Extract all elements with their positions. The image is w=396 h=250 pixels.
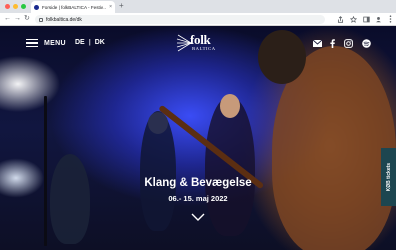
reload-button[interactable]: ↻ bbox=[24, 14, 30, 24]
browser-toolbar: ← → ↻ folkbaltica.de/dk bbox=[0, 13, 396, 26]
window-controls bbox=[5, 4, 26, 9]
mail-icon[interactable] bbox=[312, 38, 322, 48]
logo-subtitle: BALTICA bbox=[192, 46, 216, 51]
buy-tickets-label: KØB tickets bbox=[385, 162, 392, 192]
menu-button[interactable]: MENU bbox=[26, 39, 66, 47]
lang-de-link[interactable]: DE bbox=[75, 39, 85, 46]
menu-label: MENU bbox=[44, 39, 66, 47]
minimize-window-button[interactable] bbox=[13, 4, 18, 9]
language-switcher: DE | DK bbox=[75, 39, 105, 46]
site-header: MENU DE | DK folk BALTICA bbox=[0, 26, 396, 58]
close-window-button[interactable] bbox=[5, 4, 10, 9]
forward-button[interactable]: → bbox=[14, 14, 21, 24]
bookmark-star-icon[interactable] bbox=[349, 15, 357, 23]
lock-icon bbox=[39, 17, 43, 22]
profile-icon[interactable] bbox=[374, 15, 382, 23]
tab-close-icon[interactable]: × bbox=[109, 4, 112, 10]
tab-strip: Forside | folkBALTICA - Festiv… × + bbox=[0, 0, 396, 13]
address-url: folkbaltica.de/dk bbox=[46, 16, 82, 23]
hero-section: MENU DE | DK folk BALTICA Klang & Bevæge… bbox=[0, 26, 396, 250]
browser-window: Forside | folkBALTICA - Festiv… × + ← → … bbox=[0, 0, 396, 250]
share-icon[interactable] bbox=[336, 15, 344, 23]
browser-tab-active[interactable]: Forside | folkBALTICA - Festiv… × bbox=[31, 1, 115, 13]
favicon-icon bbox=[34, 4, 39, 10]
scroll-down-chevron-icon[interactable] bbox=[191, 213, 205, 221]
sidebar-icon[interactable] bbox=[362, 15, 370, 23]
back-button[interactable]: ← bbox=[4, 14, 11, 24]
folkbaltica-logo[interactable]: folk BALTICA bbox=[176, 32, 222, 54]
tab-title: Forside | folkBALTICA - Festiv… bbox=[42, 4, 107, 10]
mic-stand bbox=[44, 96, 47, 246]
new-tab-button[interactable]: + bbox=[119, 1, 124, 11]
hero-title: Klang & Bevægelse bbox=[144, 177, 252, 189]
lang-dk-link[interactable]: DK bbox=[95, 39, 105, 46]
spotify-icon[interactable] bbox=[361, 38, 371, 48]
lang-separator: | bbox=[88, 39, 91, 46]
more-menu-icon[interactable] bbox=[386, 15, 394, 23]
hamburger-icon bbox=[26, 39, 38, 47]
buy-tickets-button[interactable]: KØB tickets bbox=[381, 148, 396, 206]
hero-date: 06.- 15. maj 2022 bbox=[168, 194, 228, 203]
address-bar[interactable]: folkbaltica.de/dk bbox=[35, 15, 325, 24]
facebook-icon[interactable] bbox=[327, 38, 337, 48]
maximize-window-button[interactable] bbox=[21, 4, 26, 9]
violinist-head bbox=[220, 94, 240, 118]
instagram-icon[interactable] bbox=[343, 38, 353, 48]
